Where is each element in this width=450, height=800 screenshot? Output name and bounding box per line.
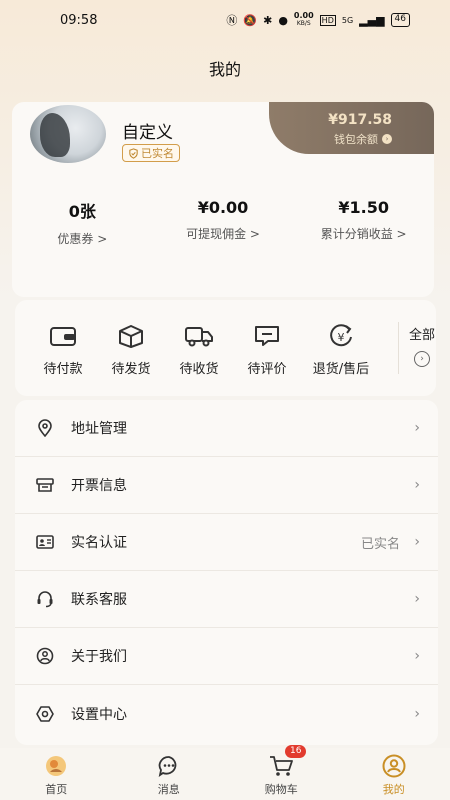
order-label: 待评价 (247, 362, 287, 377)
chevron-right-icon: › (414, 705, 420, 722)
comment-icon (255, 326, 279, 346)
chevron-right-icon: › (414, 648, 420, 664)
all-orders-label: 全部 (408, 328, 435, 343)
menu-item-about[interactable]: 关于我们 › (15, 628, 438, 685)
menu-label: 开票信息 (71, 478, 127, 494)
chevron-right-circle-icon: › (414, 351, 430, 367)
invoice-icon (36, 478, 54, 492)
menu-label: 设置中心 (71, 706, 127, 723)
menu-label: 地址管理 (71, 421, 127, 437)
refund-icon: ¥ (330, 324, 352, 347)
order-pending-shipment[interactable]: 待发货 (97, 322, 165, 377)
nav-label: 购物车 (264, 783, 298, 796)
stat-coupons[interactable]: 0张 优惠券 > (12, 198, 153, 247)
stat-value: ¥0.00 (197, 198, 249, 217)
location-status-icon: ● (278, 13, 288, 27)
chevron-right-icon: › (414, 477, 420, 493)
nav-label: 消息 (157, 783, 180, 796)
menu-item-real-name[interactable]: 实名认证 已实名 › (15, 514, 438, 571)
about-icon (36, 647, 54, 665)
wallet-icon (50, 327, 76, 346)
net-speed: 0.00 KB/S (293, 11, 314, 28)
wallet-balance-button[interactable]: ¥917.58 钱包余额 › (269, 102, 434, 154)
svg-text:¥: ¥ (338, 331, 345, 344)
menu-value: 已实名 (360, 536, 400, 552)
nav-messages[interactable]: 消息 (113, 748, 226, 800)
chevron-right-icon: › (414, 591, 420, 607)
stat-distribution-earnings[interactable]: ¥1.50 累计分销收益 > (293, 198, 434, 247)
verified-badge: 已实名 (122, 144, 180, 162)
order-label: 退货/售后 (312, 362, 370, 377)
nfc-icon: Ⓝ (226, 14, 238, 27)
order-pending-review[interactable]: 待评价 (233, 322, 301, 377)
order-label: 待收货 (179, 362, 219, 377)
avatar[interactable] (30, 105, 106, 163)
nav-label: 我的 (382, 783, 405, 796)
nav-home[interactable]: 首页 (0, 748, 113, 800)
verified-label: 已实名 (141, 147, 174, 160)
stats-row: 0张 优惠券 > ¥0.00 可提现佣金 > ¥1.50 累计分销收益 > (12, 198, 434, 247)
nav-label: 首页 (45, 783, 68, 796)
orders-card: 待付款 待发货 待收货 待评价 ¥ 退货/售后 全部 › (15, 300, 436, 396)
battery-icon: 46 (390, 13, 410, 27)
wallet-amount: ¥917.58 (328, 112, 392, 128)
menu-item-invoice[interactable]: 开票信息 › (15, 457, 438, 514)
order-pending-payment[interactable]: 待付款 (29, 322, 97, 377)
menu-list: 地址管理 › 开票信息 › 实名认证 已实名 › 联系客服 › 关于我们 › 设… (15, 400, 438, 745)
message-icon (158, 756, 177, 777)
settings-icon (36, 705, 54, 722)
location-icon (38, 419, 52, 437)
profile-card: 自定义 已实名 ¥917.58 钱包余额 › 0张 优惠券 > ¥0.00 可提… (12, 102, 434, 297)
menu-item-address[interactable]: 地址管理 › (15, 400, 438, 457)
shield-check-icon (129, 147, 138, 159)
truck-icon (185, 327, 213, 347)
cart-count-badge: 16 (285, 745, 307, 758)
menu-item-settings[interactable]: 设置中心 › (15, 685, 438, 742)
package-icon (119, 325, 143, 348)
order-pending-receipt[interactable]: 待收货 (165, 322, 233, 377)
status-time: 09:58 (60, 12, 98, 28)
signal-icon: ▂▄▆ (359, 13, 385, 27)
stat-withdrawable-commission[interactable]: ¥0.00 可提现佣金 > (153, 198, 294, 247)
menu-label: 实名认证 (71, 535, 127, 551)
nav-cart[interactable]: 16 购物车 (225, 745, 338, 800)
status-icons: Ⓝ 🔕 ✱ ● 0.00 KB/S HD 5G ▂▄▆ 46 (226, 12, 410, 28)
stat-label: 优惠券 > (57, 232, 108, 246)
stat-label: 可提现佣金 > (186, 227, 260, 241)
page-title: 我的 (208, 60, 241, 79)
mute-icon: 🔕 (243, 13, 258, 27)
wallet-label: 钱包余额 (334, 133, 378, 146)
nav-profile[interactable]: 我的 (338, 748, 450, 800)
menu-item-customer-service[interactable]: 联系客服 › (15, 571, 438, 628)
stat-label: 累计分销收益 > (320, 227, 407, 241)
id-card-icon (36, 535, 54, 549)
hd-icon: HD (319, 14, 336, 26)
menu-label: 联系客服 (71, 592, 127, 608)
headset-icon (37, 591, 53, 608)
all-orders-button[interactable]: 全部 › (407, 324, 437, 367)
chevron-right-icon: › (414, 420, 420, 436)
signal-label: 5G (341, 15, 354, 25)
stat-value: 0张 (68, 202, 96, 221)
menu-label: 关于我们 (71, 649, 127, 665)
order-label: 待发货 (111, 362, 151, 377)
order-returns[interactable]: ¥ 退货/售后 (301, 322, 381, 377)
user-name[interactable]: 自定义 (122, 118, 173, 143)
bluetooth-icon: ✱ (263, 13, 273, 27)
stat-value: ¥1.50 (338, 198, 389, 217)
bottom-nav: 首页 消息 16 购物车 我的 (0, 745, 450, 800)
home-icon (46, 756, 67, 776)
divider (398, 322, 399, 374)
chevron-right-icon: › (382, 134, 392, 144)
order-status-list: 待付款 待发货 待收货 待评价 ¥ 退货/售后 (29, 322, 381, 377)
chevron-right-icon: › (414, 534, 420, 550)
order-label: 待付款 (43, 362, 83, 377)
status-bar: 09:58 Ⓝ 🔕 ✱ ● 0.00 KB/S HD 5G ▂▄▆ 46 (0, 0, 450, 40)
profile-icon (382, 754, 406, 778)
